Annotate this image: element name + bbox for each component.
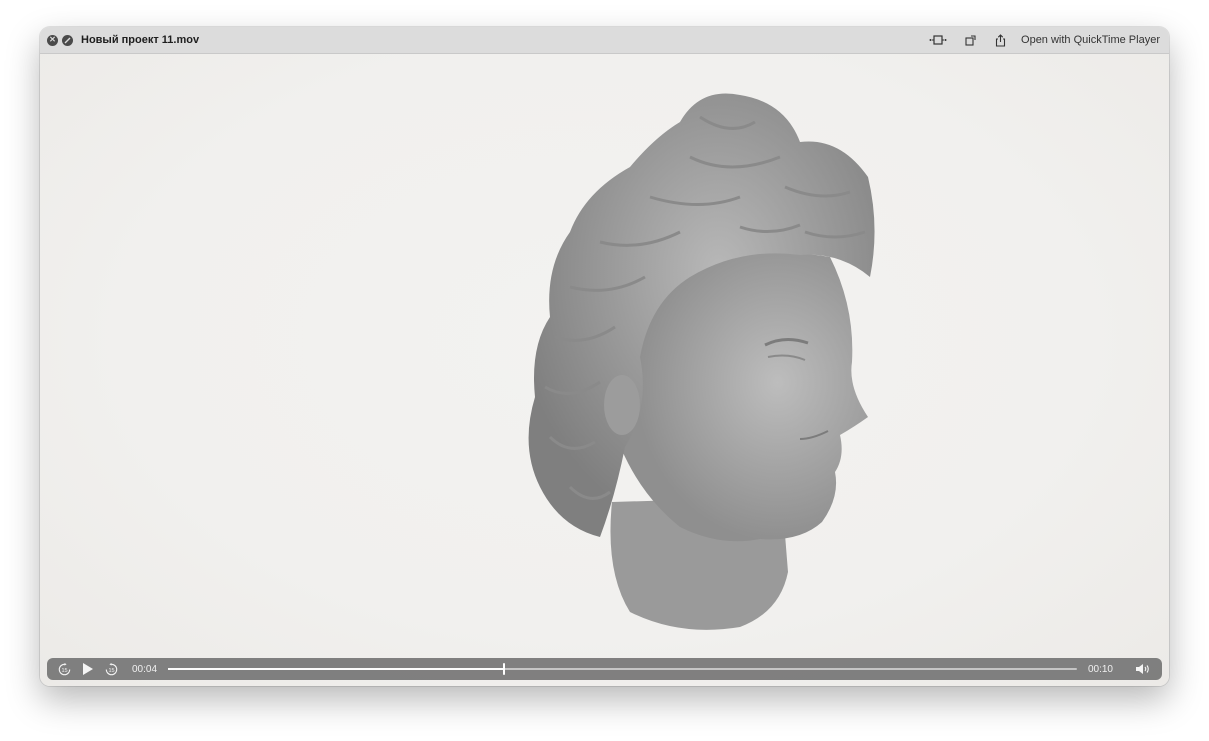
volume-icon[interactable] [1135, 663, 1151, 675]
scrubber-progress [168, 668, 505, 670]
scrubber-playhead[interactable] [503, 663, 506, 675]
skip-back-15-icon[interactable]: 15 [58, 662, 71, 676]
sculpture-head-image [528, 93, 875, 630]
scrubber-track[interactable] [168, 663, 1077, 675]
skip-forward-15-icon[interactable]: 15 [105, 662, 118, 676]
playback-controls-bar: 15 15 00:04 00:10 [47, 658, 1162, 680]
open-with-quicktime-button[interactable]: Open with QuickTime Player [1021, 34, 1160, 46]
video-frame[interactable] [40, 54, 1169, 686]
skip-back-seconds-label: 15 [61, 667, 67, 673]
window-title: Новый проект 11.mov [81, 34, 200, 46]
title-bar: ✕ Новый проект 11.mov Open with QuickTim… [40, 27, 1169, 54]
fullscreen-icon[interactable] [62, 34, 73, 46]
play-icon[interactable] [83, 663, 93, 675]
close-icon[interactable]: ✕ [47, 34, 58, 46]
duration-time: 00:10 [1087, 663, 1113, 675]
rotate-icon[interactable] [965, 34, 977, 46]
quicklook-window: ✕ Новый проект 11.mov Open with QuickTim… [40, 27, 1169, 686]
share-icon[interactable] [995, 33, 1006, 47]
current-time: 00:04 [132, 663, 158, 675]
trim-icon[interactable] [929, 34, 947, 46]
skip-forward-seconds-label: 15 [108, 667, 114, 673]
